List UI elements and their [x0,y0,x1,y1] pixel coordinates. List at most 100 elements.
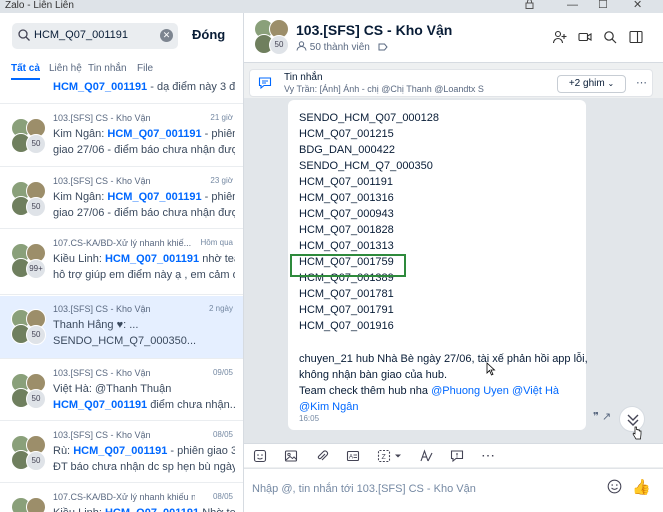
conversation-item[interactable]: HCM_Q07_001191 - dạ điểm này 3 đơn... [0,69,243,104]
search-match: HCM_Q07_001191 [53,399,148,411]
business-card-icon[interactable]: A [346,449,360,463]
preview-text: SENDO_HCM_Q7_000350... [53,335,197,347]
message-icon [258,77,272,90]
add-member-icon[interactable] [553,30,567,44]
member-count-badge: 99+ [26,259,46,279]
pinned-title: Tin nhắn [284,72,323,83]
search-match: HCM_Q07_001191 [105,507,199,512]
order-code: HCM_Q07_001828 [299,224,394,236]
conversation-name: 103.[SFS] CS - Kho Vận [53,176,151,186]
conversation-time: 08/05 [212,430,233,439]
group-avatar: 50 [11,181,47,217]
member-count-badge: 50 [26,197,46,217]
more-tools-icon[interactable]: ⋯ [481,447,495,463]
order-code: HCM_Q07_001316 [299,192,394,204]
video-call-icon[interactable] [578,30,592,44]
conversation-item[interactable]: 50 103.[SFS] CS - Kho Vận 2 ngày Thanh Hằng… [0,296,243,359]
member-count[interactable]: 50 thành viên [296,41,388,53]
minimize-icon[interactable]: — [567,0,578,12]
sidebar-toggle-icon[interactable] [629,30,643,44]
order-code: HCM_Q07_001313 [299,240,394,252]
search-box[interactable]: HCM_Q07_001191 ✕ [12,23,178,49]
quick-message-icon[interactable] [450,449,464,463]
search-match: HCM_Q07_001191 [107,191,202,203]
more-pins-button[interactable]: +2 ghim ⌄ [557,75,626,93]
sticker-icon[interactable] [253,449,267,463]
message-composer[interactable]: Nhập @, tin nhắn tới 103.[SFS] CS - Kho … [244,468,663,512]
preview-text: - phiên giao 3/5 [170,445,235,457]
group-avatar[interactable]: 50 [254,19,290,55]
preview-text: Kim Ngân: [53,128,108,140]
message-text-line: không nhận bàn giao của hub. [299,369,448,381]
conversation-item[interactable]: 50 103.[SFS] CS - Kho Vận 21 giờ Kim Ngân: … [0,105,243,167]
preview-text: hỗ trợ giúp em điểm này ạ , em cảm ơn ..… [53,269,235,281]
message-text: Team check thêm hub nha [299,385,432,397]
svg-text:A: A [349,455,353,461]
preview-text: Kim Ngân: [53,191,108,203]
hand-cursor-icon [632,426,642,440]
user-icon [296,41,307,51]
text-format-icon[interactable] [419,449,433,463]
message-text-line: @Kim Ngân [299,401,358,413]
order-code: HCM_Q07_000943 [299,208,394,220]
pinned-message-bar[interactable]: Tin nhắn Vy Trần: [Ảnh] Ảnh - chị @Chị T… [249,69,653,97]
conversation-sidebar: HCM_Q07_001191 ✕ Đóng Tất cả Liên hệ Tin… [0,13,244,512]
message-time: 16:05 [299,414,320,423]
conversation-preview: ĐT báo chưa nhận dc sp hẹn bù ngày... [53,461,235,473]
maximize-icon[interactable]: ☐ [598,0,608,12]
search-match: HCM_Q07_001191 [104,253,200,265]
message-text-line: Team check thêm hub nha @Phuong Uyen @Vi… [299,385,559,397]
chevron-down-icon[interactable] [394,452,402,460]
like-icon[interactable]: 👍 [632,478,651,496]
mouse-cursor-icon [486,362,496,376]
search-input[interactable]: HCM_Q07_001191 [34,29,128,41]
tag-icon[interactable] [378,43,388,51]
member-count-badge: 50 [26,134,46,154]
mention-link[interactable]: @Kim Ngân [299,401,358,413]
conversation-time: 2 ngày [208,304,233,313]
screenshot-icon[interactable]: Z [377,449,391,463]
quote-icon[interactable]: ❞ ↗ [593,410,611,423]
close-search-button[interactable]: Đóng [192,27,225,42]
conversation-item[interactable]: 107.CS-KA/BD-Xử lý nhanh khiếu n... 08/05… [0,484,243,512]
mention-link[interactable]: @Việt Hà [512,385,559,397]
window-title: Zalo - Liên Liên [5,0,74,11]
conversation-time: 09/05 [212,368,233,377]
conversation-name: 103.[SFS] CS - Kho Vận [53,304,151,314]
search-icon [18,29,30,41]
conversation-name: 103.[SFS] CS - Kho Vận [53,113,151,123]
pinned-preview: Vy Trần: [Ảnh] Ảnh - chị @Chị Thanh @Loa… [284,84,484,94]
composer-toolbar: A Z ⋯ [244,443,663,467]
order-code: SENDO_HCM_Q07_000128 [299,112,440,124]
group-avatar: 99+ [11,243,47,279]
highlight-box [290,254,406,277]
conversation-item[interactable]: 50 103.[SFS] CS - Kho Vận 23 giờ Kim Ngân: … [0,168,243,229]
conversation-list: HCM_Q07_001191 - dạ điểm này 3 đơn... 50 1… [0,79,243,512]
clear-search-icon[interactable]: ✕ [160,29,173,42]
member-count-badge: 50 [26,325,46,345]
preview-text: điểm chưa nhận... [147,399,235,411]
emoji-icon[interactable] [607,479,622,494]
image-icon[interactable] [284,449,298,463]
attachment-icon[interactable] [315,449,329,463]
search-icon[interactable] [603,30,617,44]
lock-icon[interactable] [525,0,534,13]
conversation-item[interactable]: 50 103.[SFS] CS - Kho Vận 08/05 Rù: HCM_Q07… [0,422,243,483]
mention-link[interactable]: @Phuong Uyen [431,385,509,397]
chat-pane: 50 103.[SFS] CS - Kho Vận 50 thành viên … [244,13,663,512]
order-code: HCM_Q07_001781 [299,288,394,300]
preview-text: Nhờ team [199,507,235,512]
preview-text: Việt Hà: @Thanh Thuận [53,383,172,395]
search-match: HCM_Q07_001191 [53,81,148,93]
search-match: HCM_Q07_001191 [107,128,202,140]
message-input[interactable]: Nhập @, tin nhắn tới 103.[SFS] CS - Kho … [252,483,476,495]
conversation-item[interactable]: 99+ 107.CS-KA/BD-Xử lý nhanh khiế... Hôm q… [0,230,243,295]
conversation-preview: giao 27/06 - điểm báo chưa nhận được... [53,207,235,219]
more-options-icon[interactable]: ⋯ [636,76,647,89]
group-avatar: 50 [11,435,47,471]
avatar-member-count: 50 [269,35,289,55]
conversation-item[interactable]: 50 103.[SFS] CS - Kho Vận 09/05 Việt Hà: @T… [0,360,243,421]
close-icon[interactable]: ✕ [633,0,642,12]
window-titlebar: Zalo - Liên Liên — ☐ ✕ [0,0,663,13]
chat-title[interactable]: 103.[SFS] CS - Kho Vận [296,22,452,38]
